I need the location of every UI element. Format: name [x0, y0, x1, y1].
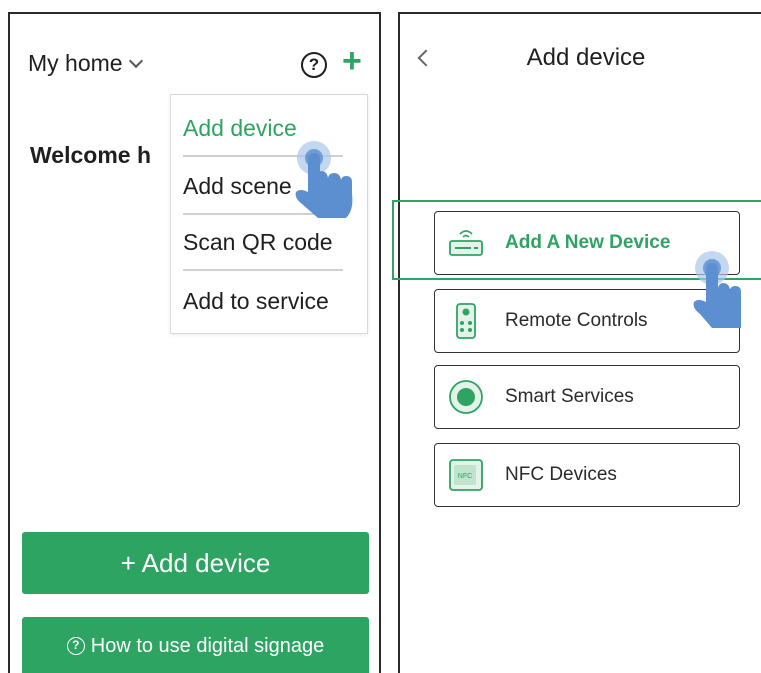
remote-control-icon	[456, 303, 476, 339]
home-selector[interactable]: My home	[28, 50, 143, 77]
option-label: NFC Devices	[505, 464, 617, 485]
add-device-button[interactable]: + Add device	[22, 532, 369, 594]
home-screen: My home ? + Welcome h Add device Add sce…	[8, 12, 381, 673]
help-icon[interactable]: ?	[301, 52, 327, 78]
tap-hand-icon	[693, 251, 741, 328]
help-icon: ?	[66, 637, 85, 655]
home-title-label: My home	[28, 50, 123, 76]
menu-item-add-scene[interactable]: Add scene	[183, 173, 292, 200]
smart-service-icon	[449, 380, 483, 414]
menu-item-scan-qr[interactable]: Scan QR code	[183, 229, 333, 256]
add-device-screen: Add device Add A New Device Remote Contr…	[398, 12, 761, 673]
plus-icon[interactable]: +	[342, 44, 362, 78]
tap-hand-icon	[295, 141, 353, 218]
option-label: Remote Controls	[505, 310, 648, 331]
nfc-icon: NFC	[449, 459, 483, 491]
welcome-text: Welcome h	[30, 142, 151, 168]
option-nfc-devices[interactable]: NFC NFC Devices	[434, 443, 740, 507]
chevron-down-icon	[128, 53, 143, 68]
how-to-use-label: How to use digital signage	[90, 634, 325, 657]
how-to-use-button[interactable]: ? How to use digital signage	[22, 617, 369, 673]
nfc-icon-text: NFC	[458, 473, 472, 480]
option-smart-services[interactable]: Smart Services	[434, 365, 740, 429]
menu-item-add-device[interactable]: Add device	[183, 115, 297, 142]
menu-divider	[183, 269, 343, 271]
option-label: Smart Services	[505, 386, 634, 407]
menu-item-add-to-service[interactable]: Add to service	[183, 288, 329, 315]
page-title: Add device	[526, 44, 646, 71]
